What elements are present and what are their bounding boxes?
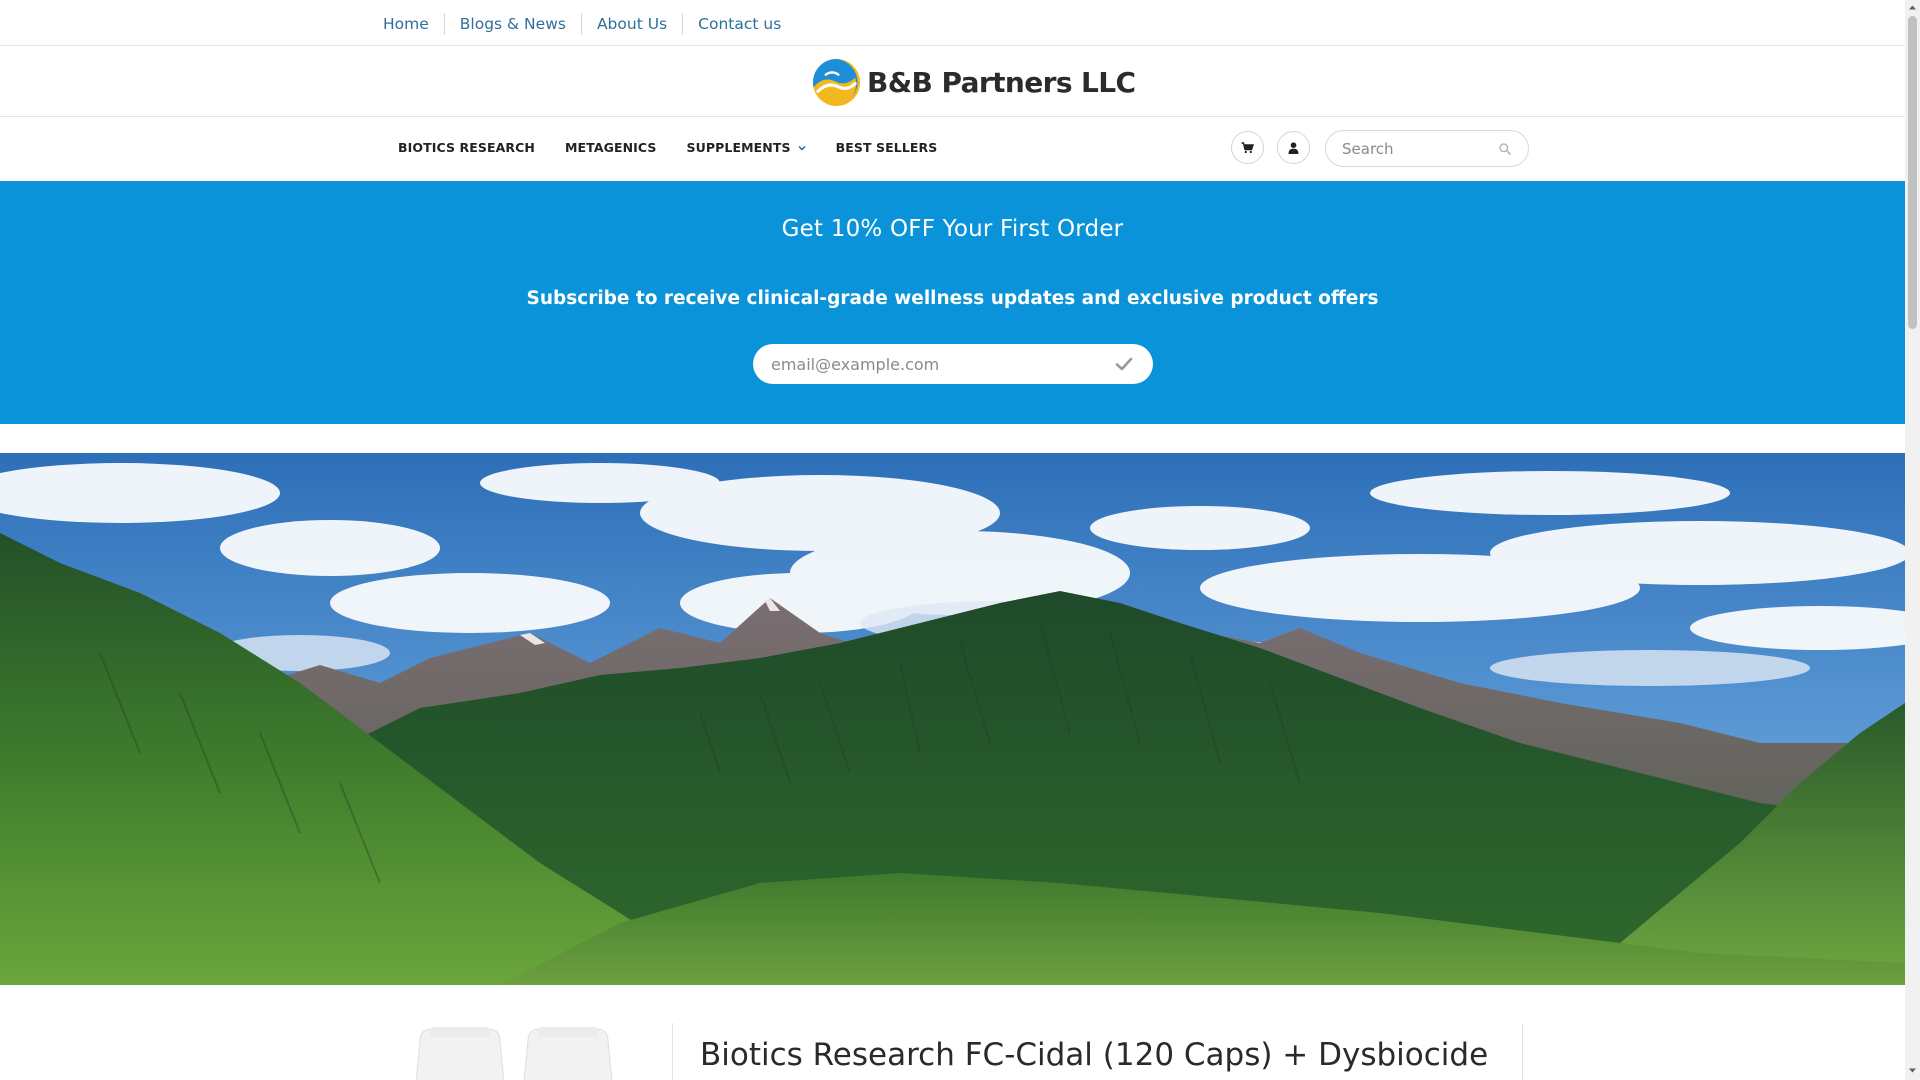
top-nav-blogs-news[interactable]: Blogs & News — [445, 14, 581, 34]
newsletter-form — [753, 344, 1153, 384]
nav-metagenics[interactable]: METAGENICS — [565, 140, 657, 155]
nav-label: METAGENICS — [564, 140, 657, 155]
mountain-landscape-image — [0, 453, 1905, 985]
page-scrollbar-thumb[interactable] — [1908, 16, 1917, 329]
account-button[interactable] — [1277, 131, 1310, 164]
scroll-up-arrow-icon[interactable] — [1908, 3, 1917, 12]
brand-name: B&B Partners LLC — [867, 65, 1136, 99]
cart-icon — [1241, 141, 1254, 153]
top-nav-home[interactable]: Home — [383, 14, 444, 34]
nav-best-sellers[interactable]: BEST SELLERS — [836, 140, 938, 155]
main-nav: BIOTICS RESEARCH METAGENICS SUPPLEMENTS … — [0, 117, 1905, 181]
search-input[interactable] — [1342, 131, 1492, 166]
promo-subheading: Subscribe to receive clinical-grade well… — [526, 288, 1379, 309]
top-utility-nav: Home Blogs & News About Us Contact us — [0, 0, 1905, 46]
promo-heading: Get 10% OFF Your First Order — [781, 216, 1124, 242]
top-nav-contact-us[interactable]: Contact us — [683, 14, 796, 34]
swirl-logo-icon — [812, 58, 861, 106]
nav-label: BIOTICS RESEARCH — [398, 140, 535, 155]
hero-banner-image — [0, 453, 1905, 985]
brand-logo-link[interactable]: B&B Partners LLC — [812, 57, 1136, 107]
search-box — [1325, 130, 1529, 167]
top-nav-list: Home Blogs & News About Us Contact us — [383, 13, 796, 35]
newsletter-banner: Get 10% OFF Your First Order Subscribe t… — [0, 181, 1905, 424]
nav-supplements[interactable]: SUPPLEMENTS — [687, 140, 806, 155]
nav-label: SUPPLEMENTS — [686, 140, 791, 155]
section-divider — [1522, 1023, 1523, 1080]
product-title: Biotics Research FC-Cidal (120 Caps) + D… — [700, 1037, 1489, 1073]
nav-biotics-research[interactable]: BIOTICS RESEARCH — [398, 140, 535, 155]
search-icon[interactable] — [1498, 142, 1512, 156]
nav-label: BEST SELLERS — [835, 140, 938, 155]
top-nav-about-us[interactable]: About Us — [582, 14, 682, 34]
product-section: Biotics Research FC-Cidal (120 Caps) + D… — [0, 985, 1905, 1080]
product-bottles-image[interactable] — [400, 1027, 640, 1080]
user-icon — [1288, 141, 1299, 154]
section-divider — [672, 1023, 673, 1080]
cart-button[interactable] — [1231, 131, 1264, 164]
logo-header: B&B Partners LLC — [0, 46, 1905, 117]
checkmark-icon[interactable] — [1115, 356, 1133, 372]
email-field[interactable] — [771, 344, 1101, 384]
scroll-down-arrow-icon[interactable] — [1908, 1066, 1917, 1075]
chevron-down-icon — [798, 145, 806, 150]
category-menu: BIOTICS RESEARCH METAGENICS SUPPLEMENTS … — [398, 140, 967, 155]
